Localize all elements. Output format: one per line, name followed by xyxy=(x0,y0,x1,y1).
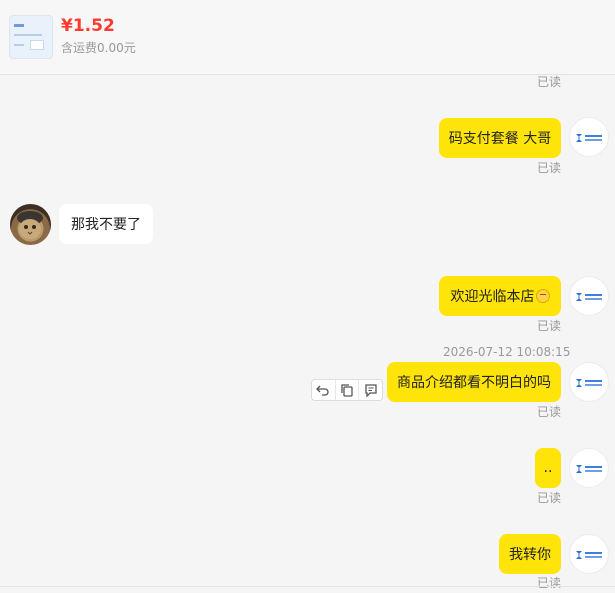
divider xyxy=(0,586,615,587)
avatar[interactable] xyxy=(569,117,609,157)
read-status: 已读 xyxy=(537,75,562,89)
message-bubble-outgoing[interactable]: 商品介绍都看不明白的吗 xyxy=(387,362,561,402)
message-bubble-outgoing[interactable]: .. xyxy=(535,448,561,488)
quote-button[interactable] xyxy=(359,380,382,400)
message-bubble-outgoing[interactable]: 欢迎光临本店 xyxy=(439,276,561,316)
read-status: 已读 xyxy=(537,576,562,590)
smiling-face-emoji-icon xyxy=(535,289,550,303)
read-status: 已读 xyxy=(537,319,562,333)
shipping-fee: 含运费0.00元 xyxy=(61,41,136,55)
product-price: ¥1.52 xyxy=(61,16,115,36)
message-bubble-outgoing[interactable]: 我转你 xyxy=(499,534,561,574)
product-thumbnail[interactable] xyxy=(9,15,53,59)
avatar[interactable] xyxy=(569,448,609,488)
read-status: 已读 xyxy=(537,161,562,175)
message-bubble-incoming[interactable]: 那我不要了 xyxy=(59,204,153,244)
message-action-toolbar xyxy=(311,379,383,401)
order-header: ¥1.52 含运费0.00元 xyxy=(0,0,615,75)
copy-button[interactable] xyxy=(336,380,360,400)
copy-icon xyxy=(341,384,353,397)
message-text: 欢迎光临本店 xyxy=(450,289,535,305)
message-timestamp: 2026-07-12 10:08:15 xyxy=(443,345,571,359)
avatar[interactable] xyxy=(569,362,609,402)
read-status: 已读 xyxy=(537,405,562,419)
shop-logo-icon xyxy=(576,465,602,473)
avatar[interactable] xyxy=(569,276,609,316)
shop-logo-icon xyxy=(576,293,602,301)
cat-avatar-image xyxy=(17,211,43,239)
shop-logo-icon xyxy=(576,551,602,559)
shop-logo-icon xyxy=(576,134,602,142)
shop-logo-icon xyxy=(576,379,602,387)
undo-button[interactable] xyxy=(312,380,336,400)
message-bubble-outgoing[interactable]: 码支付套餐 大哥 xyxy=(439,118,561,158)
avatar[interactable] xyxy=(10,204,51,245)
quote-icon xyxy=(365,384,377,397)
avatar[interactable] xyxy=(569,534,609,574)
read-status: 已读 xyxy=(537,491,562,505)
undo-icon xyxy=(316,385,329,396)
